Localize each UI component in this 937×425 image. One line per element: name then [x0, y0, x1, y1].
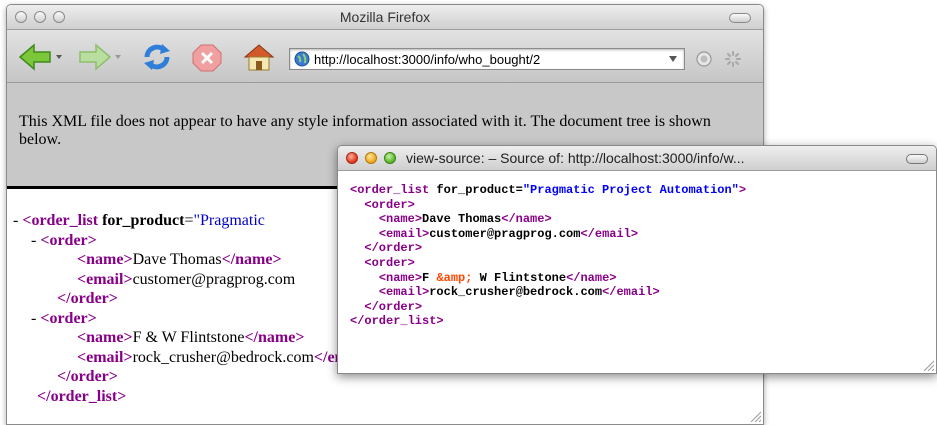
back-arrow-icon — [18, 43, 62, 71]
stop-icon — [192, 44, 222, 72]
tree-order-open: - <order> — [31, 309, 97, 327]
tree-order-close: </order> — [57, 290, 118, 307]
xml-style-info-text: This XML file does not appear to have an… — [19, 113, 711, 148]
back-button[interactable] — [17, 42, 67, 72]
url-text: http://localhost:3000/info/who_bought/2 — [314, 52, 541, 67]
tree-name-line: <name>Dave Thomas</name> — [77, 251, 282, 268]
reload-button[interactable] — [140, 42, 174, 72]
go-button-icon[interactable] — [696, 51, 712, 67]
url-bar[interactable]: http://localhost:3000/info/who_bought/2 — [289, 48, 685, 70]
tree-root-close: </order_list> — [37, 387, 127, 405]
globe-icon — [294, 51, 310, 67]
tree-email-line: <email>customer@pragprog.com — [77, 270, 296, 288]
minimize-window-button[interactable] — [365, 152, 377, 164]
window-titlebar[interactable]: Mozilla Firefox — [7, 5, 763, 30]
view-source-title: view-source: – Source of: http://localho… — [406, 150, 745, 166]
toolbar-toggle-button[interactable] — [906, 154, 928, 164]
url-history-dropdown-icon[interactable] — [669, 56, 677, 62]
resize-grip-icon[interactable] — [749, 410, 761, 422]
forward-arrow-icon — [79, 43, 121, 71]
collapse-toggle[interactable]: - — [31, 232, 40, 249]
navigation-toolbar: http://localhost:3000/info/who_bought/2 — [7, 30, 763, 83]
view-source-titlebar[interactable]: view-source: – Source of: http://localho… — [338, 146, 936, 171]
home-icon — [243, 44, 275, 71]
close-window-button[interactable] — [346, 152, 358, 164]
toolbar-toggle-button[interactable] — [729, 13, 751, 23]
collapse-toggle[interactable]: - — [31, 310, 40, 327]
forward-button[interactable] — [77, 42, 125, 72]
tree-root-line: - <order_list for_product="Pragmatic — [13, 212, 265, 229]
window-title: Mozilla Firefox — [339, 9, 431, 25]
resize-grip-icon[interactable] — [922, 359, 934, 371]
collapse-toggle[interactable]: - — [13, 212, 22, 229]
xml-source-code: <order_list for_product="Pragmatic Proje… — [350, 183, 747, 329]
zoom-window-button[interactable] — [384, 152, 396, 164]
tree-email-line: <email>rock_crusher@bedrock.com</email> — [77, 348, 374, 366]
tree-order-close: </order> — [57, 368, 118, 385]
view-source-window: view-source: – Source of: http://localho… — [337, 145, 937, 374]
xml-document-tree: - <order_list for_product="Pragmatic - <… — [13, 211, 374, 406]
tree-order-open: - <order> — [31, 231, 97, 249]
home-button[interactable] — [241, 42, 277, 72]
stop-button[interactable] — [191, 42, 225, 72]
tree-name-line: <name>F & W Flintstone</name> — [77, 329, 305, 346]
reload-icon — [144, 44, 170, 70]
throbber-icon — [725, 51, 741, 67]
